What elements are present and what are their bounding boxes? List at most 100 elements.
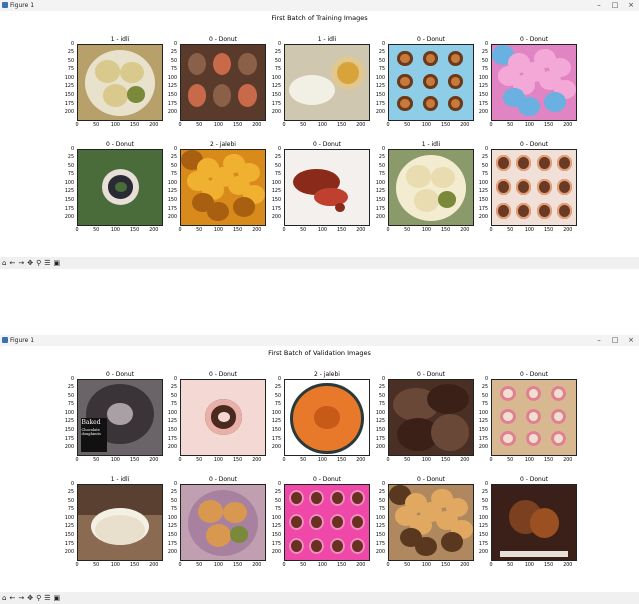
y-tick-label: 200 (478, 445, 488, 451)
image-blob (447, 51, 463, 66)
y-tick-label: 0 (381, 146, 385, 152)
configure-icon[interactable]: ☰ (44, 594, 50, 602)
x-tick-label: 150 (441, 228, 451, 233)
image-blob (502, 87, 525, 108)
x-tick-label: 0 (282, 563, 286, 568)
y-tick-label: 175 (64, 541, 74, 547)
y-tick-label: 200 (167, 445, 177, 451)
image-blob (422, 51, 438, 66)
minimize-button[interactable]: – (591, 0, 607, 11)
close-button[interactable]: × (623, 335, 639, 346)
y-tick-label: 75 (378, 67, 385, 73)
image-subplot: 0 - Donut 0 25 50 75 100 125 150 175 200 0 50 100 150… (479, 141, 577, 233)
zoom-icon[interactable]: ⚲ (36, 259, 41, 267)
y-tick-label: 25 (67, 50, 74, 56)
x-tick-label: 200 (252, 123, 262, 128)
y-tick-label: 150 (167, 533, 177, 539)
image-blob (289, 489, 305, 506)
x-tick-label: 0 (386, 563, 390, 568)
image-blob (229, 526, 249, 543)
image-subplot: 0 - Donut 0 25 50 75 100 125 150 175 200 0 50 100 150… (168, 476, 266, 568)
food-image (284, 44, 370, 121)
forward-icon[interactable]: → (18, 259, 24, 267)
y-tick-label: 150 (64, 428, 74, 434)
configure-icon[interactable]: ☰ (44, 259, 50, 267)
food-image (180, 379, 266, 456)
home-icon[interactable]: ⌂ (2, 259, 6, 267)
x-tick-label: 0 (75, 458, 79, 463)
image-subplot: 0 - Donut 0 25 50 75 100 125 150 175 200 0 50 100 150… (479, 476, 577, 568)
y-tick-label: 200 (375, 110, 385, 116)
x-tick-label: 150 (544, 563, 554, 568)
x-tick-label: 100 (421, 458, 431, 463)
food-image (388, 379, 474, 456)
image-blob (525, 408, 541, 424)
y-tick-label: 75 (67, 67, 74, 73)
home-icon[interactable]: ⌂ (2, 594, 6, 602)
x-tick-label: 200 (460, 563, 470, 568)
back-icon[interactable]: ← (9, 259, 15, 267)
image-blob (94, 60, 120, 83)
pan-icon[interactable]: ✥ (27, 259, 33, 267)
y-tick-label: 50 (378, 393, 385, 399)
minimize-button[interactable]: – (591, 335, 607, 346)
image-blob (525, 386, 541, 401)
image-blob (394, 506, 417, 526)
y-tick-label: 75 (67, 507, 74, 513)
pan-icon[interactable]: ✥ (27, 594, 33, 602)
image-blob (120, 61, 144, 83)
x-tick-label: 0 (178, 228, 182, 233)
y-tick-label: 150 (478, 198, 488, 204)
image-subplot: 1 - idli 0 25 50 75 100 125 150 175 200 0 50 100 150 2… (272, 36, 370, 128)
y-tick-label: 150 (271, 533, 281, 539)
y-tick-label: 100 (375, 515, 385, 521)
image-blob (238, 52, 257, 75)
back-icon[interactable]: ← (9, 594, 15, 602)
image-blob (397, 96, 413, 111)
y-tick-label: 75 (274, 67, 281, 73)
caption-title: Baked (81, 418, 101, 426)
y-tick-label: 0 (173, 376, 177, 382)
x-tick-label: 200 (563, 123, 573, 128)
image-blob (550, 408, 566, 424)
close-button[interactable]: × (623, 0, 639, 11)
x-tick-label: 50 (300, 228, 307, 233)
y-tick-label: 125 (375, 524, 385, 530)
save-icon[interactable]: ▣ (54, 259, 61, 267)
y-tick-label: 200 (64, 550, 74, 556)
y-tick-label: 25 (481, 155, 488, 161)
x-tick-label: 50 (507, 563, 514, 568)
y-tick-label: 25 (170, 50, 177, 56)
zoom-icon[interactable]: ⚲ (36, 594, 41, 602)
x-tick-label: 100 (524, 458, 534, 463)
image-blob (544, 92, 566, 112)
x-tick-label: 50 (300, 458, 307, 463)
y-tick-label: 125 (478, 84, 488, 90)
food-image (388, 149, 474, 226)
title-bar[interactable]: Figure 1 – □ × (0, 0, 639, 11)
image-blob (233, 197, 255, 217)
save-icon[interactable]: ▣ (54, 594, 61, 602)
y-tick-label: 150 (64, 93, 74, 99)
y-tick-label: 200 (167, 550, 177, 556)
y-tick-label: 200 (375, 445, 385, 451)
x-tick-label: 100 (317, 458, 327, 463)
maximize-button[interactable]: □ (607, 0, 623, 11)
x-tick-label: 100 (110, 228, 120, 233)
title-bar[interactable]: Figure 1 – □ × (0, 335, 639, 346)
x-tick-label: 200 (356, 228, 366, 233)
forward-icon[interactable]: → (18, 594, 24, 602)
y-tick-label: 50 (274, 498, 281, 504)
food-image (284, 379, 370, 456)
figure-window-training: Figure 1 – □ × First Batch of Training I… (0, 0, 639, 269)
x-tick-label: 50 (93, 228, 100, 233)
maximize-button[interactable]: □ (607, 335, 623, 346)
x-tick-label: 0 (282, 123, 286, 128)
image-blob (397, 51, 413, 66)
y-tick-label: 0 (277, 376, 281, 382)
image-blob (335, 202, 346, 212)
y-tick-label: 0 (277, 41, 281, 47)
y-tick-label: 50 (67, 58, 74, 64)
image-blob (500, 386, 516, 401)
x-tick-label: 100 (213, 228, 223, 233)
